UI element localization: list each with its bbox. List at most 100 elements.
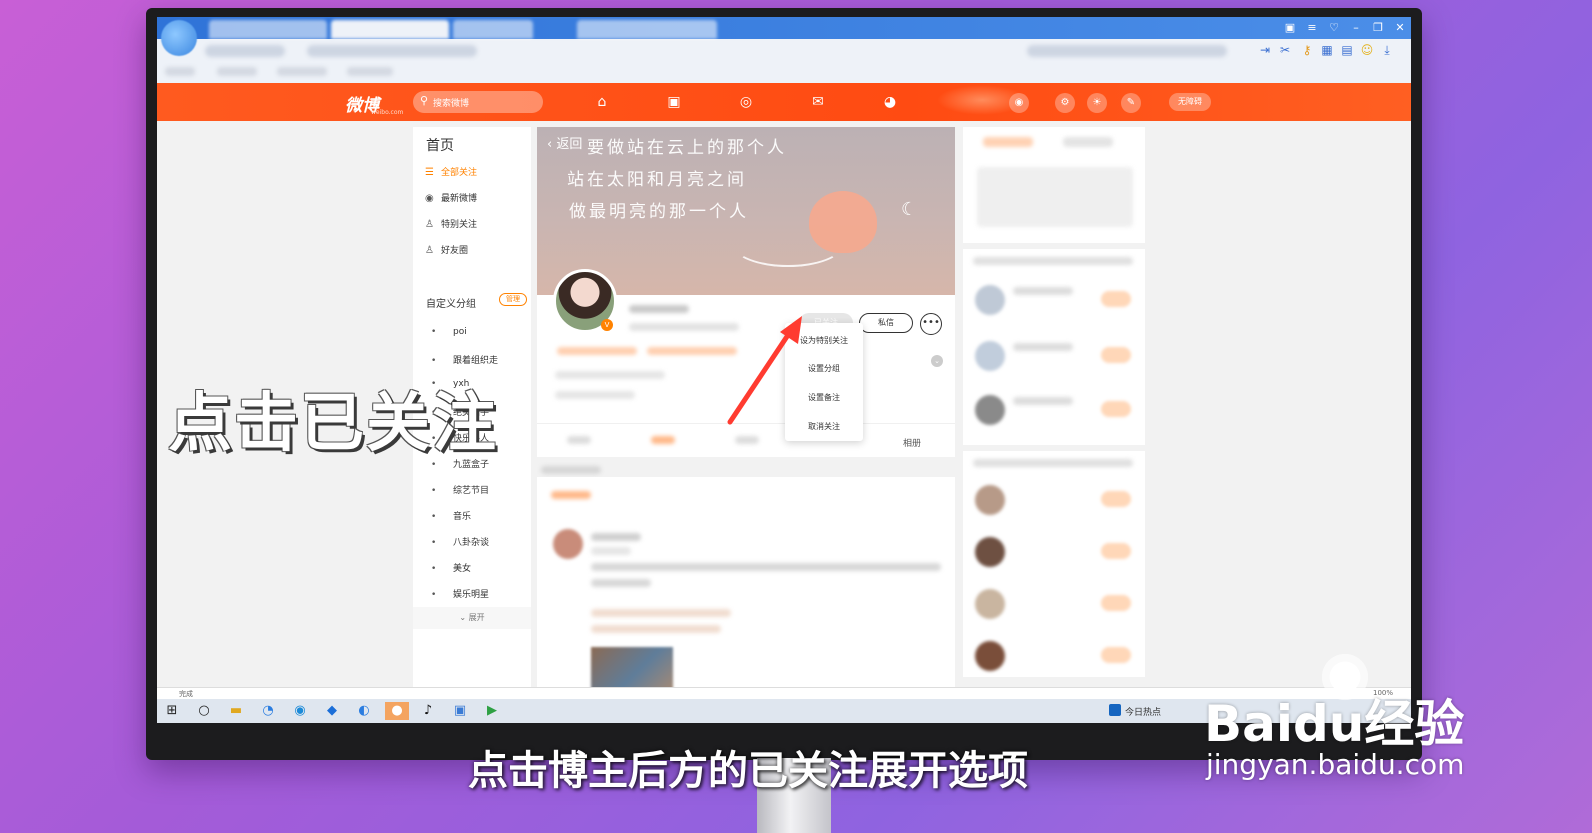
user-menu-icon[interactable]: ◉ (1009, 93, 1029, 113)
group-item[interactable]: • 美女 (431, 561, 471, 574)
recommend-follow-button[interactable] (1101, 401, 1131, 417)
browser-tab[interactable] (209, 20, 327, 39)
more-options-button[interactable]: ••• (920, 313, 942, 335)
tiktok-icon[interactable]: ♪ (419, 702, 437, 720)
sidebar-item-all-follow[interactable]: ☰ 全部关注 (425, 165, 477, 181)
scissors-icon[interactable]: ✂ (1277, 42, 1293, 58)
group-label: poi (453, 327, 467, 337)
window-icon[interactable]: ▣ (1281, 19, 1299, 37)
brightness-icon[interactable]: ☀ (1087, 93, 1107, 113)
home-icon[interactable]: ⌂ (591, 91, 613, 113)
tab-photos[interactable]: 相册 (903, 436, 921, 449)
people-follow-button[interactable] (1101, 595, 1131, 611)
extension-icon[interactable]: ⇥ (1257, 42, 1273, 58)
folder-icon[interactable]: ▬ (227, 702, 245, 720)
bookmark[interactable] (277, 67, 327, 76)
manage-groups-button[interactable]: 管理 (499, 293, 527, 306)
card-header-blurred (973, 257, 1133, 265)
mail-icon[interactable]: ✉ (807, 91, 829, 113)
people-avatar[interactable] (975, 485, 1005, 515)
back-button[interactable]: ‹ 返回 (547, 133, 582, 152)
group-item[interactable]: • 八卦杂谈 (431, 535, 489, 548)
settings-icon[interactable]: ⚙ (1055, 93, 1075, 113)
message-button[interactable]: 私信 (859, 313, 913, 333)
info-blurred (555, 391, 635, 399)
expand-label: 展开 (468, 613, 485, 622)
group-label: 娱乐明星 (453, 590, 490, 600)
people-follow-button[interactable] (1101, 543, 1131, 559)
bookmark[interactable] (347, 67, 393, 76)
video-icon[interactable]: ▣ (663, 91, 685, 113)
compose-icon[interactable]: ✎ (1121, 93, 1141, 113)
post-avatar[interactable] (553, 529, 583, 559)
post-link-blurred (591, 609, 731, 617)
recommend-name-blurred (1013, 343, 1073, 351)
browser-tab[interactable] (453, 20, 533, 39)
group-item[interactable]: • 娱乐明星 (431, 587, 489, 600)
tab-blurred[interactable] (735, 436, 759, 444)
accessibility-button[interactable]: 无障碍 (1169, 93, 1211, 111)
hot-icon[interactable]: ◎ (735, 91, 757, 113)
right-card-recommend (963, 249, 1145, 445)
chevron-down-icon[interactable]: ⌄ (931, 355, 943, 367)
skin-icon[interactable]: ♡ (1325, 19, 1343, 37)
list-icon: ☰ (425, 167, 434, 178)
sidebar-title: 首页 (426, 138, 454, 154)
sidebar-item-label: 全部关注 (441, 168, 478, 178)
card-tab-blurred (1063, 137, 1113, 147)
key-icon[interactable]: ⚷ (1299, 42, 1315, 58)
close-icon[interactable]: ✕ (1391, 19, 1409, 37)
tab-blurred[interactable] (651, 436, 675, 444)
recommend-follow-button[interactable] (1101, 291, 1131, 307)
taskbar-hot-news[interactable]: 今日热点 (1125, 705, 1161, 718)
grid-icon[interactable]: ▦ (1319, 42, 1335, 58)
bookmark[interactable] (217, 67, 257, 76)
tab-blurred[interactable] (567, 436, 591, 444)
app-icon[interactable]: ◔ (259, 702, 277, 720)
address-bar[interactable] (307, 45, 477, 57)
sidebar-item-friends[interactable]: ♙ 好友圈 (425, 243, 468, 259)
expand-button[interactable]: ⌄ 展开 (413, 607, 531, 629)
bookmark[interactable] (165, 67, 195, 76)
search-circle-icon[interactable]: ○ (195, 702, 213, 720)
group-item[interactable]: • 跟着组织走 (431, 353, 498, 366)
people-avatar[interactable] (975, 537, 1005, 567)
feed-post (537, 477, 955, 707)
screen-icon[interactable]: ▤ (1339, 42, 1355, 58)
people-avatar[interactable] (975, 589, 1005, 619)
recommend-follow-button[interactable] (1101, 347, 1131, 363)
wechat-icon[interactable]: ● (385, 702, 409, 720)
weibo-logo-sub: weibo.com (371, 109, 404, 116)
baidu-jingyan-url: jingyan.baidu.com (1206, 748, 1465, 781)
recommend-avatar[interactable] (975, 341, 1005, 371)
group-item[interactable]: • poi (431, 327, 467, 337)
search-input[interactable]: ⚲ 搜索微博 (413, 91, 543, 113)
menu-icon[interactable]: ≡ (1303, 19, 1321, 37)
step-title: 点击已关注 (168, 387, 498, 461)
edge-icon[interactable]: ◉ (291, 702, 309, 720)
avatar-icon[interactable]: ◕ (879, 91, 901, 113)
group-item[interactable]: • 音乐 (431, 509, 471, 522)
restore-icon[interactable]: ❐ (1369, 19, 1387, 37)
smile-icon[interactable]: ☺ (1359, 42, 1375, 58)
group-item[interactable]: • 综艺节目 (431, 483, 489, 496)
search-bar[interactable] (1027, 45, 1227, 57)
browser-tab[interactable] (577, 20, 717, 39)
recommend-avatar[interactable] (975, 395, 1005, 425)
browser-tab-active[interactable] (331, 20, 449, 39)
right-card-people (963, 451, 1145, 677)
sidebar-item-latest[interactable]: ◉ 最新微博 (425, 191, 477, 207)
player-icon[interactable]: ▶ (483, 702, 501, 720)
annotation-arrow (727, 316, 802, 425)
people-avatar[interactable] (975, 641, 1005, 671)
people-follow-button[interactable] (1101, 647, 1131, 663)
download-icon[interactable]: ⤓ (1379, 42, 1395, 58)
sidebar-item-special[interactable]: ♙ 特别关注 (425, 217, 477, 233)
app-icon[interactable]: ◆ (323, 702, 341, 720)
app-icon[interactable]: ▣ (451, 702, 469, 720)
browser-icon[interactable]: ◐ (355, 702, 373, 720)
windows-start-icon[interactable]: ⊞ (163, 702, 181, 720)
minimize-icon[interactable]: – (1347, 19, 1365, 37)
people-follow-button[interactable] (1101, 491, 1131, 507)
recommend-avatar[interactable] (975, 285, 1005, 315)
